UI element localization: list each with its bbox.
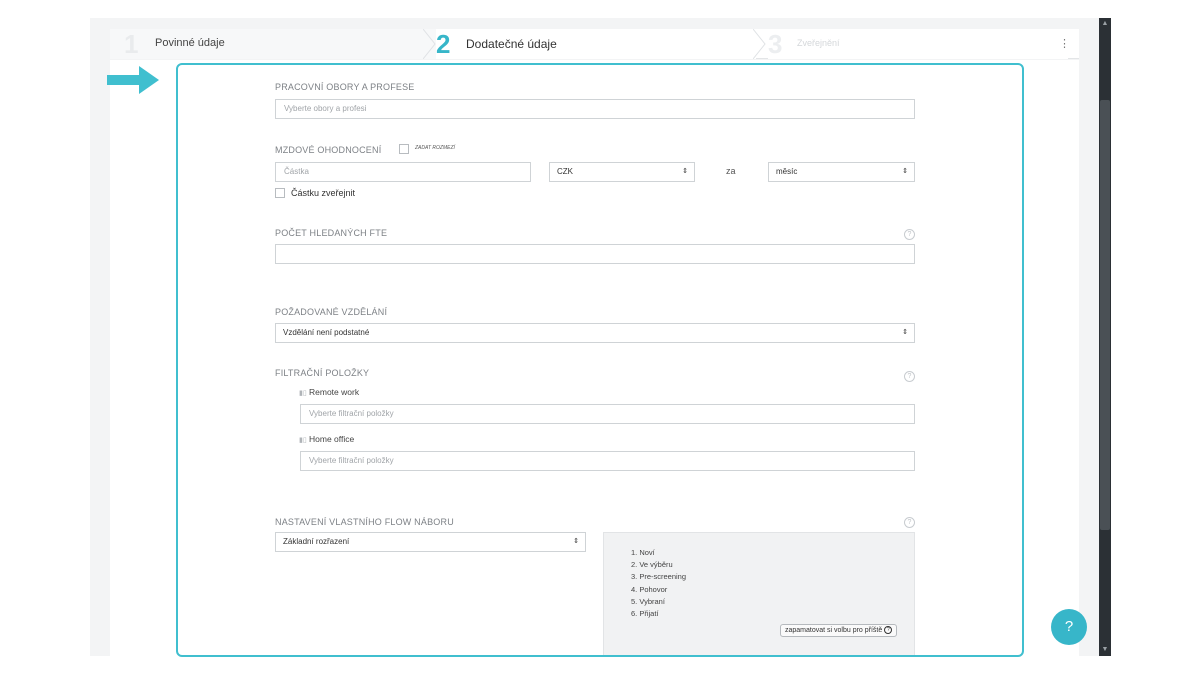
select-caret-icon: ⇕ bbox=[682, 168, 688, 175]
help-chat-button[interactable]: ? bbox=[1051, 609, 1087, 645]
range-checkbox[interactable] bbox=[399, 144, 409, 154]
education-select[interactable]: Vzdělání není podstatné ⇕ bbox=[275, 323, 915, 343]
publish-amount-checkbox[interactable] bbox=[275, 188, 285, 198]
scroll-down-icon[interactable]: ▼ bbox=[1099, 644, 1111, 656]
step-zverejneni[interactable]: 3 Zveřejnění bbox=[768, 29, 1068, 59]
range-label: ZADAT ROZMEZÍ bbox=[415, 145, 455, 151]
scroll-up-icon[interactable]: ▲ bbox=[1099, 18, 1111, 30]
step-wizard: 1 Povinné údaje 2 Dodatečné údaje 3 Zveř… bbox=[110, 29, 1079, 59]
help-icon[interactable]: ? bbox=[904, 517, 915, 528]
amount-input[interactable]: Částka bbox=[275, 162, 531, 182]
obory-input[interactable]: Vyberte obory a profesi bbox=[275, 99, 915, 119]
period-select[interactable]: měsíc ⇕ bbox=[768, 162, 915, 182]
scroll-thumb[interactable] bbox=[1100, 100, 1110, 530]
flow-stage: 2. Ve výběru bbox=[631, 560, 673, 570]
section-title-filtr: FILTRAČNÍ POLOŽKY bbox=[275, 368, 370, 378]
section-title-vzdelani: POŽADOVANÉ VZDĚLÁNÍ bbox=[275, 307, 388, 317]
more-options-icon[interactable]: ⋮ bbox=[1059, 37, 1070, 51]
flow-stage-list: 1. Noví 2. Ve výběru 3. Pre-screening 4.… bbox=[631, 547, 686, 620]
per-label: za bbox=[726, 166, 736, 176]
section-title-mzda: MZDOVÉ OHODNOCENÍ bbox=[275, 145, 382, 155]
filter-label-remote: Remote work bbox=[309, 387, 360, 397]
step-dodatecne-udaje[interactable]: 2 Dodatečné údaje bbox=[436, 29, 756, 59]
section-title-flow: NASTAVENÍ VLASTNÍHO FLOW NÁBORU bbox=[275, 517, 454, 527]
drag-handle-icon[interactable]: ▮▯ bbox=[299, 389, 307, 397]
scrollbar[interactable]: ▲ ▼ bbox=[1099, 18, 1111, 656]
help-icon[interactable]: ? bbox=[904, 371, 915, 382]
step-povinne-udaje[interactable]: 1 Povinné údaje bbox=[110, 29, 440, 59]
step-number: 2 bbox=[436, 29, 451, 59]
select-caret-icon: ⇕ bbox=[902, 168, 908, 175]
currency-value: CZK bbox=[557, 167, 573, 176]
flow-value: Základní rozřazení bbox=[283, 537, 350, 546]
flow-stage: 3. Pre-screening bbox=[631, 572, 687, 582]
flow-stage: 4. Pohovor bbox=[631, 584, 668, 594]
step-label: Zveřejnění bbox=[797, 38, 840, 48]
flow-stage: 5. Vybraní bbox=[631, 596, 665, 606]
filter-label-home: Home office bbox=[309, 434, 355, 444]
drag-handle-icon[interactable]: ▮▯ bbox=[299, 436, 307, 444]
section-title-fte: POČET HLEDANÝCH FTE bbox=[275, 228, 388, 238]
remember-choice-button[interactable]: zapamatovat si volbu pro příště ? bbox=[780, 624, 898, 637]
help-icon: ? bbox=[884, 626, 893, 635]
publish-amount-label: Částku zveřejnit bbox=[291, 188, 356, 198]
section-title-obory: PRACOVNÍ OBORY A PROFESE bbox=[275, 82, 415, 92]
flow-preview: 1. Noví 2. Ve výběru 3. Pre-screening 4.… bbox=[603, 532, 915, 655]
education-value: Vzdělání není podstatné bbox=[283, 328, 370, 337]
help-icon[interactable]: ? bbox=[904, 229, 915, 240]
select-caret-icon: ⇕ bbox=[902, 329, 908, 336]
flow-stage: 1. Noví bbox=[631, 548, 655, 557]
step-number: 3 bbox=[768, 29, 783, 59]
select-caret-icon: ⇕ bbox=[573, 538, 579, 545]
filter-home-input[interactable]: Vyberte filtrační položky bbox=[300, 451, 915, 471]
step-number: 1 bbox=[124, 29, 139, 59]
period-value: měsíc bbox=[776, 167, 798, 176]
step-label: Povinné údaje bbox=[155, 37, 225, 49]
flow-select[interactable]: Základní rozřazení ⇕ bbox=[275, 532, 586, 552]
arrow-right-icon bbox=[107, 66, 159, 94]
remember-choice-label: zapamatovat si volbu pro příště bbox=[785, 627, 883, 634]
currency-select[interactable]: CZK ⇕ bbox=[549, 162, 695, 182]
fte-input[interactable] bbox=[275, 244, 915, 264]
step-label: Dodatečné údaje bbox=[466, 37, 557, 51]
flow-stage: 6. Přijatí bbox=[631, 609, 659, 619]
filter-remote-input[interactable]: Vyberte filtrační položky bbox=[300, 404, 915, 424]
